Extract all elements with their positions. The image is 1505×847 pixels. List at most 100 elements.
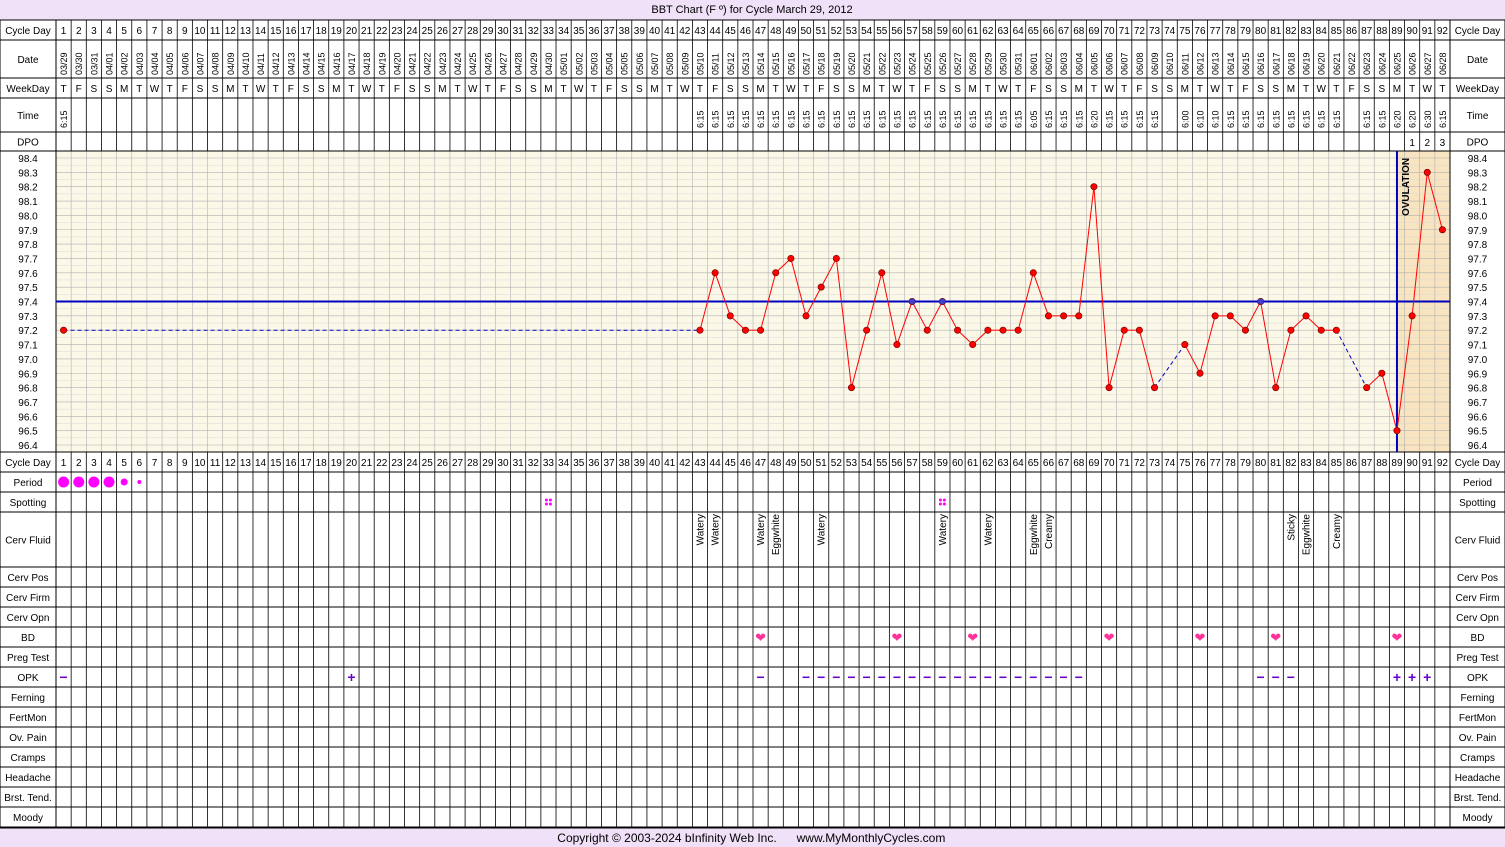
date-label: 06/06 <box>1105 52 1115 75</box>
weekday-label: M <box>332 84 340 95</box>
cycle-day-number: 1 <box>61 26 67 37</box>
spotting-dot <box>544 498 548 502</box>
cycle-day-number: 53 <box>846 26 858 37</box>
temp-point <box>1241 326 1249 334</box>
date-label: 05/30 <box>999 52 1009 75</box>
date-label: 05/14 <box>756 52 766 75</box>
cycle-day-number: 88 <box>1376 26 1388 37</box>
time-label: 6:15 <box>1271 110 1281 128</box>
date-label: 04/20 <box>392 52 402 75</box>
row-label-left: Brst. Tend. <box>4 793 52 804</box>
cycle-day-number: 36 <box>588 458 600 469</box>
dpo-label: 3 <box>1440 138 1446 149</box>
row-label-right: Cerv Firm <box>1456 593 1500 604</box>
time-label: 6:15 <box>711 110 721 128</box>
cycle-day-number: 83 <box>1300 26 1312 37</box>
cycle-day-number: 24 <box>407 26 419 37</box>
date-label: 05/11 <box>711 53 721 75</box>
weekday-label: S <box>848 84 855 95</box>
date-label: 04/01 <box>105 52 115 75</box>
date-label: 04/19 <box>377 52 387 75</box>
time-label: 6:20 <box>1408 110 1418 128</box>
date-label: 05/16 <box>786 52 796 75</box>
time-label: 6:15 <box>1317 110 1327 128</box>
weekday-label: T <box>485 84 491 95</box>
y-tick-right: 96.6 <box>1468 412 1488 423</box>
cycle-day-number: 66 <box>1043 458 1055 469</box>
cycle-day-number: 24 <box>407 458 419 469</box>
weekday-label: S <box>197 84 204 95</box>
date-label: 06/17 <box>1271 52 1281 75</box>
row-label-left: Headache <box>5 773 51 784</box>
row-label-left: Period <box>14 478 43 489</box>
date-label: 06/24 <box>1377 52 1387 75</box>
temp-point <box>893 341 901 349</box>
weekday-label: M <box>862 84 870 95</box>
date-label: 04/14 <box>302 52 312 75</box>
heart-icon: ❤ <box>891 630 902 645</box>
time-label: 6:20 <box>1089 110 1099 128</box>
opk-negative-icon: − <box>969 669 977 685</box>
temp-point <box>1196 369 1204 377</box>
time-label: 6:15 <box>999 110 1009 128</box>
opk-negative-icon: − <box>1287 669 1295 685</box>
cycle-day-number: 23 <box>391 26 403 37</box>
time-label: 6:15 <box>1044 110 1054 128</box>
cycle-day-number: 52 <box>831 26 843 37</box>
cycle-day-number: 53 <box>846 458 858 469</box>
cycle-day-number: 47 <box>755 26 767 37</box>
weekday-label: T <box>1409 84 1415 95</box>
cycle-day-number: 8 <box>167 26 173 37</box>
cycle-day-number: 18 <box>316 458 328 469</box>
weekday-label: F <box>76 84 82 95</box>
date-label: 06/09 <box>1150 52 1160 75</box>
row-label-right: OPK <box>1467 673 1488 684</box>
y-tick-right: 98.4 <box>1468 154 1488 165</box>
cycle-day-number: 25 <box>422 458 434 469</box>
row-label-left: Cramps <box>10 753 45 764</box>
date-label: 03/30 <box>74 52 84 75</box>
temp-point <box>923 326 931 334</box>
y-tick-right: 96.7 <box>1468 398 1488 409</box>
cycle-day-number: 32 <box>528 458 540 469</box>
y-tick-right: 98.2 <box>1468 183 1488 194</box>
weekday-label: T <box>1333 84 1339 95</box>
row-label-right: Cerv Opn <box>1456 613 1499 624</box>
weekday-label: T <box>136 84 142 95</box>
temp-point <box>938 297 946 305</box>
cycle-day-number: 38 <box>619 26 631 37</box>
cycle-day-number: 19 <box>331 26 343 37</box>
date-label: 04/15 <box>317 52 327 75</box>
cycle-day-number: 84 <box>1316 26 1328 37</box>
time-label: 6:15 <box>1105 110 1115 128</box>
time-label: 6:15 <box>741 110 751 128</box>
cycle-day-number: 82 <box>1285 458 1297 469</box>
cycle-day-number: 75 <box>1179 26 1191 37</box>
cycle-day-number: 8 <box>167 458 173 469</box>
temp-point <box>1211 312 1219 320</box>
cycle-day-number: 92 <box>1437 26 1449 37</box>
row-label-left: Cerv Pos <box>7 573 48 584</box>
cycle-day-number: 5 <box>121 26 127 37</box>
cycle-day-number: 2 <box>76 26 82 37</box>
cycle-day-number: 27 <box>452 26 464 37</box>
date-label: 04/05 <box>165 52 175 75</box>
date-label: 04/28 <box>514 52 524 75</box>
cycle-day-number: 79 <box>1240 458 1252 469</box>
cycle-day-number: 45 <box>725 26 737 37</box>
opk-negative-icon: − <box>832 669 840 685</box>
weekday-label: T <box>379 84 385 95</box>
y-tick-right: 96.4 <box>1468 441 1488 452</box>
temp-point <box>726 312 734 320</box>
cycle-day-number: 60 <box>952 458 964 469</box>
y-tick-right: 97.6 <box>1468 269 1488 280</box>
cycle-day-number: 41 <box>664 458 676 469</box>
weekday-label: S <box>530 84 537 95</box>
site-link[interactable]: www.MyMonthlyCycles.com <box>796 831 946 845</box>
cerv-fluid-label: Watery <box>983 514 994 545</box>
date-label: 05/13 <box>741 52 751 75</box>
weekday-label: S <box>1151 84 1158 95</box>
date-label: 04/08 <box>211 52 221 75</box>
time-label: 6:15 <box>1226 110 1236 128</box>
date-label: 04/24 <box>453 52 463 75</box>
